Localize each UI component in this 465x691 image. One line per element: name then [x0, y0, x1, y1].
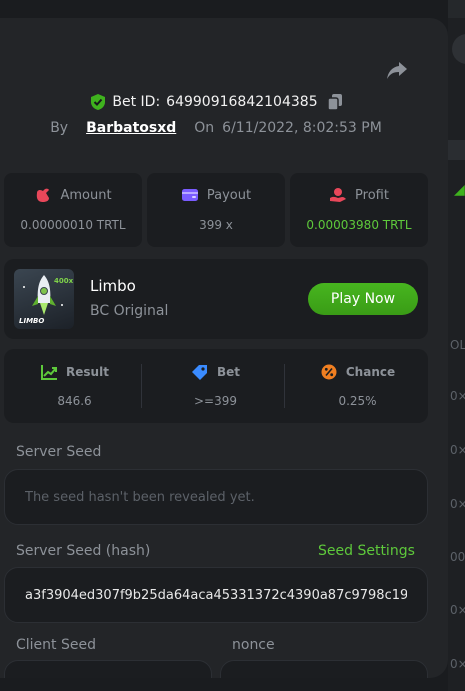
server-seed-hash-field[interactable]: a3f3904ed307f9b25da64aca45331372c4390a87…	[4, 567, 428, 623]
amount-label: Amount	[60, 187, 112, 203]
payout-label: Payout	[206, 187, 252, 203]
share-icon[interactable]	[386, 61, 408, 81]
percent-icon	[321, 364, 337, 380]
background-text: 0×	[450, 389, 465, 403]
bet-condition-column: Bet >=399	[145, 349, 286, 423]
chart-icon	[41, 365, 58, 380]
background-text: 0×	[450, 497, 465, 511]
payout-card: Payout 399 x	[147, 173, 285, 247]
thumb-multiplier: 400x	[54, 277, 74, 285]
game-name: Limbo	[90, 277, 136, 295]
username-link[interactable]: Barbatosxd	[86, 120, 176, 136]
game-card: 400x LIMBO Limbo BC Original Play Now	[4, 259, 428, 339]
amount-value: 0.00000010 TRTL	[20, 218, 126, 232]
thumb-badge: LIMBO	[19, 317, 45, 325]
amount-card: Amount 0.00000010 TRTL	[4, 173, 142, 247]
background-text: 00	[450, 550, 465, 564]
game-subtitle: BC Original	[90, 303, 169, 319]
server-seed-label: Server Seed	[16, 444, 102, 460]
profit-value: 0.00003980 TRTL	[306, 218, 412, 232]
background-text: 0×	[450, 657, 465, 671]
wallet-icon	[181, 189, 198, 201]
nonce-label: nonce	[232, 637, 275, 653]
bet-id-value: 64990916842104385	[166, 94, 318, 110]
bet-value: >=399	[193, 394, 237, 408]
money-bag-icon	[37, 188, 50, 202]
background-text: 0×	[450, 603, 465, 617]
limbo-thumbnail[interactable]: 400x LIMBO	[14, 269, 74, 329]
bet-label: Bet	[216, 365, 241, 379]
copy-icon[interactable]	[327, 94, 342, 110]
server-seed-hash-label: Server Seed (hash)	[16, 543, 151, 559]
background-text: OL	[450, 338, 465, 352]
server-seed-field[interactable]: The seed hasn't been revealed yet.	[4, 469, 428, 525]
profit-icon	[330, 188, 347, 202]
chance-column: Chance 0.25%	[287, 349, 428, 423]
client-seed-field[interactable]	[4, 660, 212, 678]
bet-datetime: 6/11/2022, 8:02:53 PM	[222, 120, 382, 136]
bet-id-label: Bet ID:	[112, 94, 161, 110]
background-bar	[448, 140, 465, 160]
server-seed-placeholder: The seed hasn't been revealed yet.	[25, 489, 255, 505]
bet-author-line: By Barbatosxd On 6/11/2022, 8:02:53 PM	[0, 118, 432, 138]
client-seed-label: Client Seed	[16, 637, 96, 653]
seed-settings-link[interactable]: Seed Settings	[318, 543, 415, 559]
result-card: Result 846.6 Bet >=399 Chance 0.25%	[4, 349, 428, 423]
chance-label: Chance	[345, 365, 396, 379]
tag-icon	[191, 365, 207, 380]
bet-id-line: Bet ID: 64990916842104385	[0, 92, 432, 112]
background-avatar	[452, 34, 465, 64]
divider	[284, 364, 285, 408]
verified-shield-icon	[91, 94, 106, 110]
background-page-strip: ◢ OL 0× 0× 0× 00 0× 0×	[448, 0, 465, 691]
server-seed-hash-value: a3f3904ed307f9b25da64aca45331372c4390a87…	[25, 587, 407, 603]
profit-card: Profit 0.00003980 TRTL	[290, 173, 428, 247]
on-label: On	[194, 120, 215, 136]
divider	[141, 364, 142, 408]
play-now-button[interactable]: Play Now	[308, 283, 418, 315]
background-text: 0×	[450, 443, 465, 457]
result-value: 846.6	[57, 394, 92, 408]
payout-value: 399 x	[199, 218, 233, 232]
profit-label: Profit	[355, 187, 389, 203]
background-green-icon: ◢	[454, 182, 465, 198]
by-label: By	[50, 120, 69, 136]
result-column: Result 846.6	[4, 349, 145, 423]
chance-value: 0.25%	[338, 394, 377, 408]
nonce-field[interactable]	[220, 660, 428, 678]
background-header	[448, 0, 465, 18]
result-label: Result	[66, 365, 109, 379]
bet-details-modal: Bet ID: 64990916842104385 By Barbatosxd …	[0, 18, 448, 678]
